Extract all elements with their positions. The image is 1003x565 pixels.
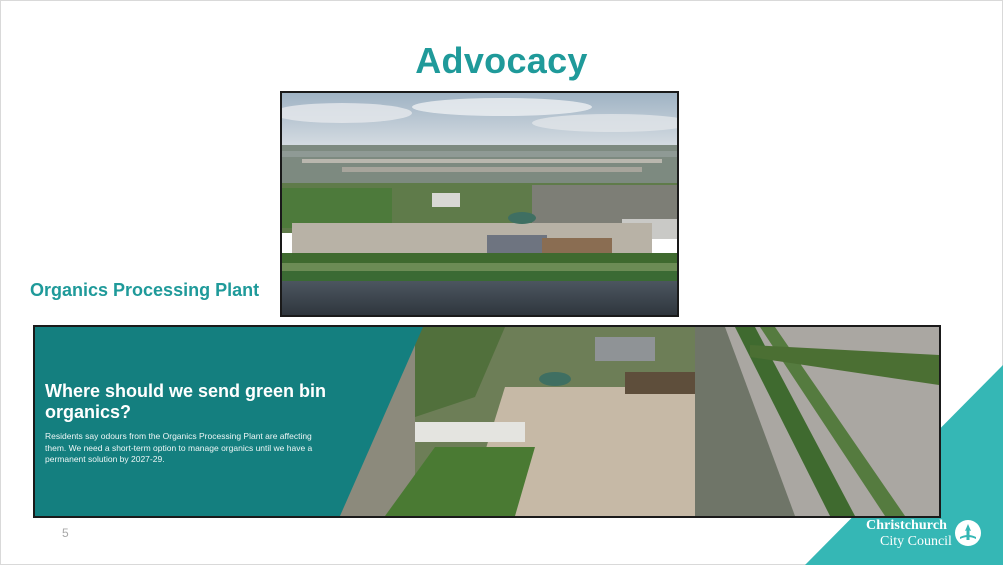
- consultation-banner: Where should we send green bin organics?…: [33, 325, 941, 518]
- logo-text-line2: City Council: [880, 534, 952, 549]
- aerial-photo-plant: [280, 91, 679, 317]
- logo-text-line1: Christchurch: [866, 518, 948, 533]
- banner-heading: Where should we send green bin organics?: [45, 381, 327, 422]
- slide-title: Advocacy: [415, 40, 588, 81]
- council-logo: Christchurch City Council: [866, 517, 986, 557]
- page-number: 5: [62, 526, 69, 540]
- banner-body: Residents say odours from the Organics P…: [45, 431, 313, 464]
- cathedral-emblem-icon: [955, 520, 981, 546]
- section-subtitle: Organics Processing Plant: [30, 280, 260, 300]
